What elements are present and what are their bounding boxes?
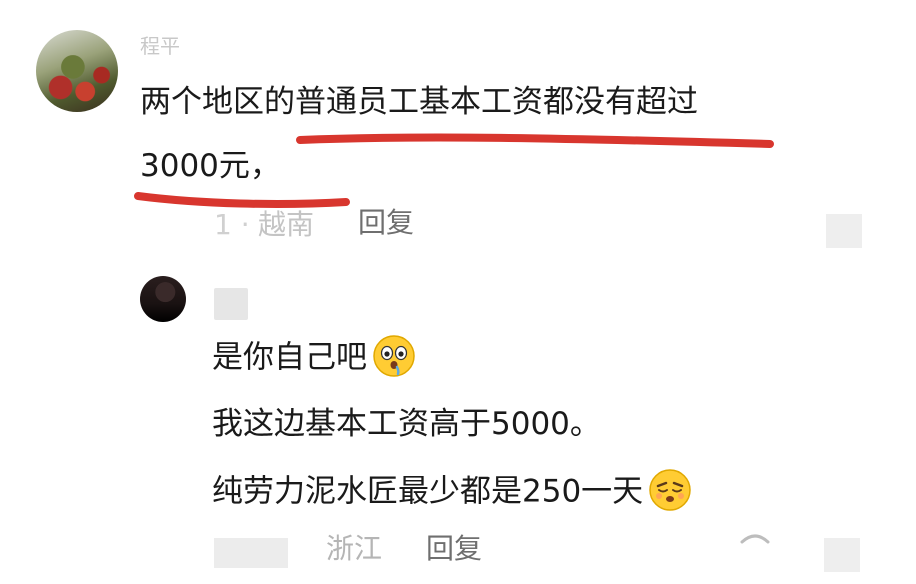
- comment-meta-count: 1 ·: [214, 208, 250, 241]
- reply-button[interactable]: 回复: [358, 206, 414, 240]
- more-options-icon[interactable]: [738, 530, 772, 548]
- username-redacted[interactable]: [214, 288, 248, 320]
- shy-tongue-face-icon: [647, 467, 693, 513]
- like-button[interactable]: [826, 214, 862, 248]
- comment-text-line-2: 3000元，: [140, 148, 281, 184]
- reply-text-line-3-text: 纯劳力泥水匠最少都是250一天: [212, 473, 644, 510]
- like-button[interactable]: [824, 538, 860, 572]
- username[interactable]: 程平: [140, 35, 202, 57]
- reply-text-line-2: 我这边基本工资高于5000。: [212, 406, 601, 442]
- avatar[interactable]: [140, 276, 186, 322]
- avatar[interactable]: [36, 30, 118, 112]
- timestamp-redacted: [214, 538, 288, 568]
- comment-text-line-1: 两个地区的普通员工基本工资都没有超过: [140, 84, 698, 120]
- reply-text-line-1: 是你自己吧: [212, 333, 417, 382]
- comment-region: 浙江: [326, 532, 383, 565]
- reply-text-line-3: 纯劳力泥水匠最少都是250一天: [212, 467, 693, 516]
- drooling-teary-face-icon: [371, 333, 417, 379]
- underline-stroke-2: [134, 192, 350, 208]
- comment-region: 越南: [258, 208, 315, 241]
- underline-stroke-1: [296, 133, 774, 148]
- reply-text-line-1-text: 是你自己吧: [212, 339, 367, 376]
- reply-button[interactable]: 回复: [426, 532, 482, 566]
